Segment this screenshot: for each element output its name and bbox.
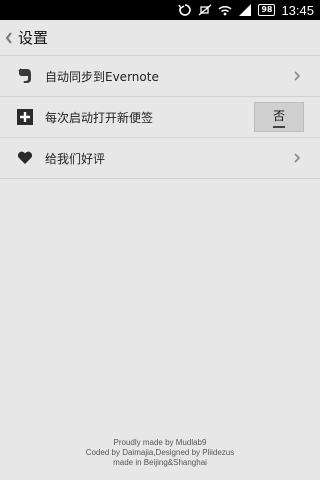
- title-bar: 设置: [0, 20, 320, 56]
- credits-footer: Proudly made by Mudlab9 Coded by Daimaji…: [0, 438, 320, 468]
- credits-line: Proudly made by Mudlab9: [113, 438, 207, 447]
- credits-line: Coded by Daimajia,Designed by Pliidezus: [85, 448, 235, 457]
- settings-list: 自动同步到Evernote 每次启动打开新便签 否 给我们好评: [0, 56, 320, 179]
- silent-mode-icon: [198, 3, 212, 17]
- clock: 13:45: [281, 2, 314, 18]
- open-new-note-toggle[interactable]: 否: [254, 102, 304, 132]
- toggle-underline: [273, 125, 285, 128]
- heart-icon: [16, 149, 34, 167]
- chevron-right-icon: [292, 151, 302, 165]
- status-bar: 98 13:45: [0, 0, 320, 20]
- page-title[interactable]: 设置: [18, 27, 48, 48]
- signal-icon: [238, 3, 252, 17]
- toggle-value: 否: [272, 108, 285, 123]
- credits-line: made in Beijing&Shanghai: [113, 458, 207, 467]
- sync-icon: [178, 3, 192, 17]
- setting-label: 给我们好评: [45, 151, 106, 166]
- plus-box-icon: [16, 108, 34, 126]
- setting-row-rate-us[interactable]: 给我们好评: [0, 138, 320, 179]
- battery-indicator: 98: [258, 4, 276, 16]
- setting-label: 自动同步到Evernote: [45, 69, 159, 84]
- back-chevron-icon[interactable]: [2, 20, 16, 56]
- setting-row-evernote-sync[interactable]: 自动同步到Evernote: [0, 56, 320, 97]
- evernote-icon: [16, 67, 34, 85]
- setting-row-open-new-note: 每次启动打开新便签 否: [0, 97, 320, 138]
- wifi-icon: [218, 3, 232, 17]
- chevron-right-icon: [292, 69, 302, 83]
